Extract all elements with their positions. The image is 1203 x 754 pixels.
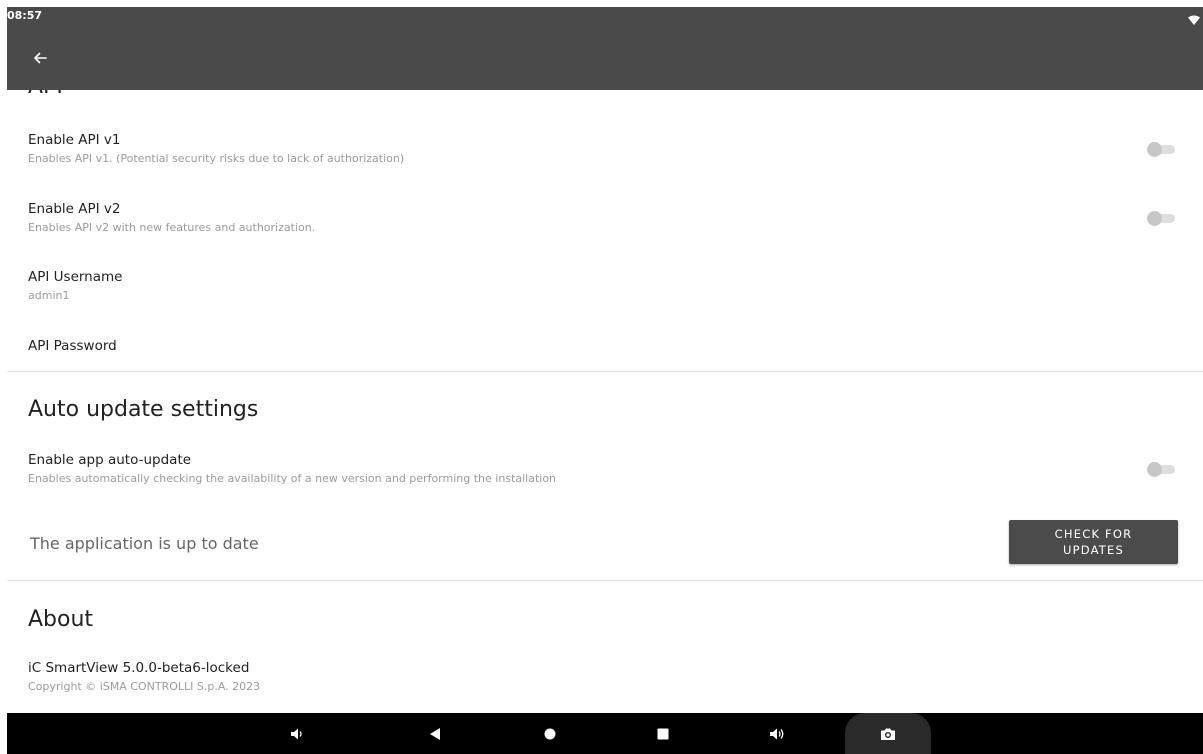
pref-title: Enable API v2 [28, 201, 121, 217]
switch-thumb [1147, 142, 1162, 157]
arrow-left-icon [34, 52, 47, 64]
pref-summary: Enables API v2 with new features and aut… [28, 221, 316, 234]
settings-list[interactable]: API Enable API v1 Enables API v1. (Poten… [7, 90, 1203, 713]
pref-value: admin1 [28, 289, 70, 302]
system-nav-bar [7, 713, 1203, 754]
nav-home-button[interactable] [532, 713, 568, 754]
switch-thumb [1147, 211, 1162, 226]
pref-summary: Enables automatically checking the avail… [28, 472, 557, 485]
divider [7, 371, 1203, 372]
pref-enable-api-v1[interactable]: Enable API v1 Enables API v1. (Potential… [7, 126, 1203, 176]
pref-title: API Username [28, 269, 123, 285]
nav-back-button[interactable] [417, 713, 453, 754]
pref-title: Enable API v1 [28, 132, 121, 148]
recents-square-icon [657, 728, 669, 739]
copyright-text: Copyright © iSMA CONTROLLI S.p.A. 2023 [28, 680, 261, 693]
divider [7, 580, 1203, 581]
app-window: 08:57 API Enable API v1 Enables API v1. … [0, 0, 1203, 754]
volume-down-button[interactable] [279, 713, 315, 754]
app-version: iC SmartView 5.0.0-beta6-locked [28, 660, 250, 676]
camera-icon [881, 728, 895, 740]
pref-title: API Password [28, 338, 117, 354]
check-for-updates-button[interactable]: CHECK FOR UPDATES [1009, 520, 1178, 564]
status-time: 08:57 [7, 9, 43, 22]
back-button[interactable] [27, 45, 53, 71]
pref-summary: Enables API v1. (Potential security risk… [28, 152, 405, 165]
section-title-api: API [28, 90, 63, 99]
pref-api-password[interactable]: API Password [7, 330, 1203, 370]
home-circle-icon [544, 728, 556, 739]
pref-enable-auto-update[interactable]: Enable app auto-update Enables automatic… [7, 446, 1203, 496]
section-title-about: About [28, 607, 94, 632]
pref-title: Enable app auto-update [28, 452, 192, 468]
wifi-icon [1188, 10, 1200, 25]
pref-enable-api-v2[interactable]: Enable API v2 Enables API v2 with new fe… [7, 195, 1203, 245]
api-v1-switch[interactable] [1147, 142, 1175, 157]
pref-about-version: iC SmartView 5.0.0-beta6-locked Copyrigh… [7, 654, 1203, 704]
back-triangle-icon [430, 727, 440, 740]
nav-recents-button[interactable] [645, 713, 681, 754]
auto-update-switch[interactable] [1147, 462, 1175, 477]
app-bar: 08:57 [7, 7, 1203, 90]
switch-thumb [1147, 462, 1162, 477]
screenshot-button[interactable] [845, 713, 931, 754]
volume-up-button[interactable] [759, 713, 795, 754]
api-v2-switch[interactable] [1147, 211, 1175, 226]
volume-up-icon [770, 728, 784, 739]
section-title-auto-update: Auto update settings [28, 397, 259, 422]
volume-down-icon [291, 728, 302, 739]
pref-api-username[interactable]: API Username admin1 [7, 263, 1203, 313]
update-status-text: The application is up to date [30, 534, 259, 553]
